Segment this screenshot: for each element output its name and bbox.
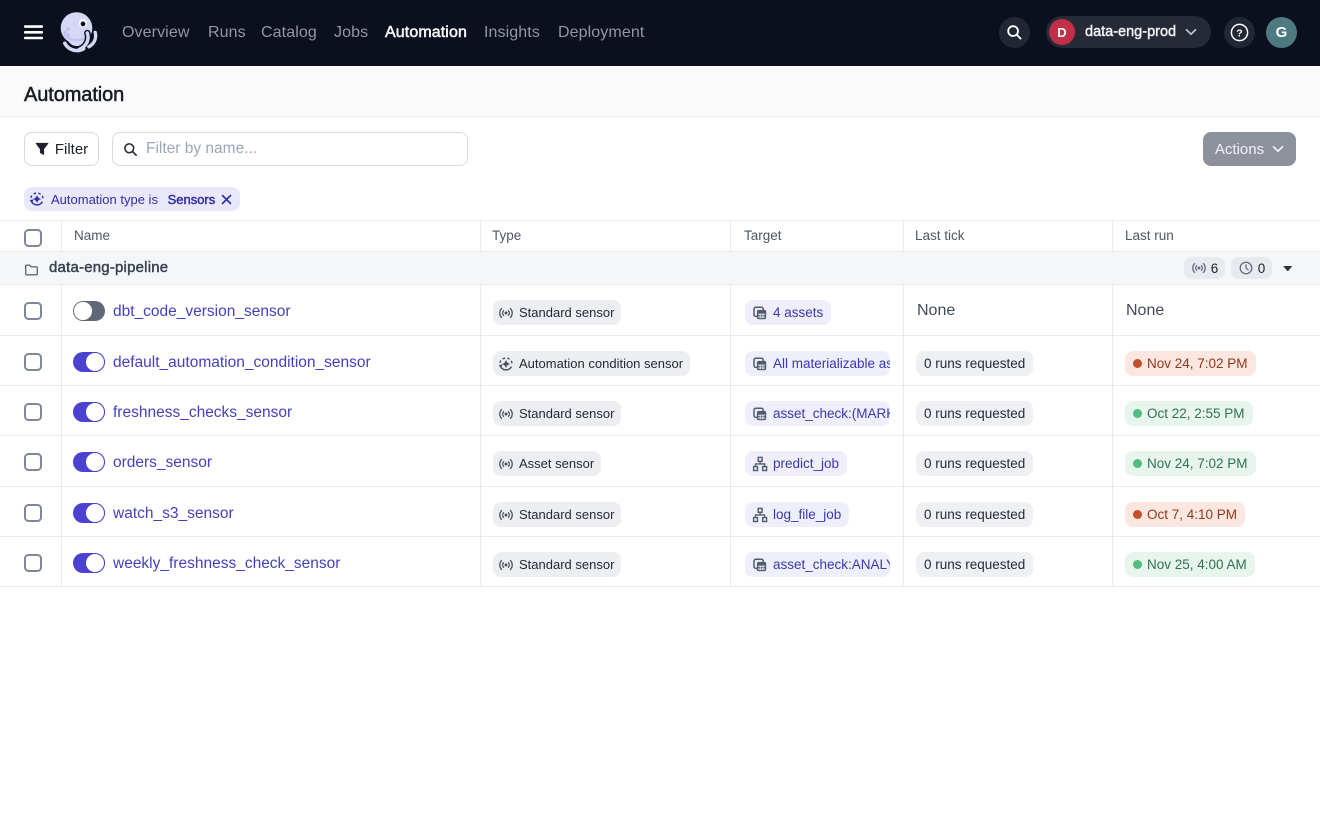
svg-text:?: ? <box>1236 27 1242 39</box>
